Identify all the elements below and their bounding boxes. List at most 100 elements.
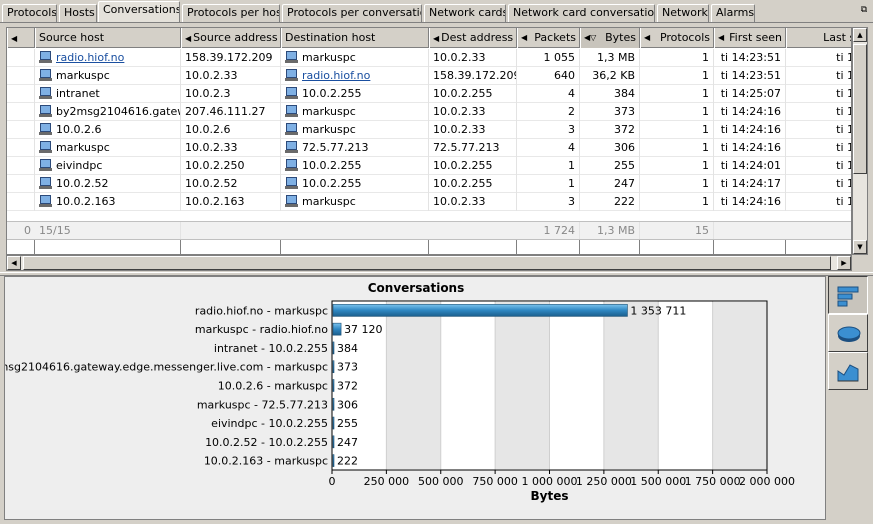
first-seen-cell: ti 14:24:17 xyxy=(714,175,786,193)
filter-field[interactable] xyxy=(7,240,35,254)
filter-field[interactable] xyxy=(429,240,517,254)
tab-conversations[interactable]: Conversations xyxy=(98,1,180,22)
filter-field[interactable] xyxy=(580,240,640,254)
table-row[interactable]: eivindpc 10.0.2.250 10.0.2.255 10.0.2.255 1 2… xyxy=(7,157,851,175)
tab-hosts[interactable]: Hosts xyxy=(59,4,97,22)
last-seen-cell: ti 14 xyxy=(786,193,851,211)
dest-address-cell: 10.0.2.255 xyxy=(429,85,517,103)
packets-cell: 2 xyxy=(517,103,580,121)
tab-protocols[interactable]: Protocols xyxy=(2,4,57,22)
tab-network-card-conversations[interactable]: Network card conversations xyxy=(508,4,655,22)
tab-network[interactable]: Network xyxy=(657,4,709,22)
first-seen-cell: ti 14:25:07 xyxy=(714,85,786,103)
table-row[interactable]: radio.hiof.no 158.39.172.209 markuspc 10.0.… xyxy=(7,49,851,67)
first-seen-cell: ti 14:23:51 xyxy=(714,49,786,67)
summary-count: 15/15 xyxy=(35,222,181,240)
column-header-index[interactable]: ◀ xyxy=(7,28,35,48)
column-header-last-seen[interactable]: Last se xyxy=(786,28,851,48)
restore-icon[interactable]: ⧉ xyxy=(859,5,869,15)
bar-value-label: 1 353 711 xyxy=(630,304,686,317)
table-row[interactable]: markuspc 10.0.2.33 72.5.77.213 72.5.77.213 4… xyxy=(7,139,851,157)
first-seen-cell: ti 14:24:16 xyxy=(714,103,786,121)
table-vertical-scrollbar[interactable]: ▲ ▼ xyxy=(852,27,868,255)
scroll-left-icon[interactable]: ◀ xyxy=(7,256,21,270)
destination-host-text: markuspc xyxy=(302,51,356,64)
filter-field[interactable] xyxy=(281,240,429,254)
column-header-bytes[interactable]: ◀▽ Bytes xyxy=(580,28,640,48)
source-host-text[interactable]: radio.hiof.no xyxy=(56,51,124,64)
bar xyxy=(332,416,335,430)
scroll-down-icon[interactable]: ▼ xyxy=(853,240,867,254)
tab-alarms[interactable]: Alarms xyxy=(711,4,755,22)
dest-address-text: 10.0.2.33 xyxy=(433,195,486,208)
scroll-thumb[interactable] xyxy=(23,256,831,270)
source-host-text: 10.0.2.163 xyxy=(56,195,116,208)
scroll-thumb[interactable] xyxy=(853,44,867,174)
dest-address-cell: 10.0.2.33 xyxy=(429,193,517,211)
packets-cell: 3 xyxy=(517,121,580,139)
column-header-source-host[interactable]: Source host xyxy=(35,28,181,48)
bar-value-label: 222 xyxy=(337,455,358,468)
summary-index: 0 xyxy=(24,224,31,237)
bar-chart-button[interactable] xyxy=(828,276,868,314)
table-row[interactable]: 10.0.2.163 10.0.2.163 markuspc 10.0.2.33 3 22… xyxy=(7,193,851,211)
first-seen-text: ti 14:24:16 xyxy=(720,123,781,136)
column-header-destination-host[interactable]: Destination host xyxy=(281,28,429,48)
x-tick-label: 750 000 xyxy=(472,475,518,488)
table-row[interactable]: intranet 10.0.2.3 10.0.2.255 10.0.2.255 4 384… xyxy=(7,85,851,103)
tab-protocols-per-conversation[interactable]: Protocols per conversation xyxy=(282,4,422,22)
bytes-text: 372 xyxy=(614,123,635,136)
bar xyxy=(332,379,335,392)
source-host-cell: 10.0.2.52 xyxy=(35,175,181,193)
packets-text: 1 xyxy=(568,159,575,172)
tab-protocols-per-host[interactable]: Protocols per host xyxy=(182,4,280,22)
table-body: radio.hiof.no 158.39.172.209 markuspc 10.0.… xyxy=(7,49,851,211)
protocols-text: 1 xyxy=(702,87,709,100)
packets-cell: 1 055 xyxy=(517,49,580,67)
filter-field[interactable] xyxy=(35,240,181,254)
x-tick-label: 500 000 xyxy=(418,475,464,488)
protocols-cell: 1 xyxy=(640,67,714,85)
area-chart-icon xyxy=(837,364,859,382)
column-header-dest-address[interactable]: ◀ Dest address xyxy=(429,28,517,48)
filter-field[interactable] xyxy=(517,240,580,254)
table-filter-row xyxy=(7,239,851,254)
filter-field[interactable] xyxy=(714,240,786,254)
column-header-source-address[interactable]: ◀ Source address xyxy=(181,28,281,48)
source-host-cell: markuspc xyxy=(35,139,181,157)
bytes-cell: 373 xyxy=(580,103,640,121)
column-header-packets[interactable]: ◀ Packets xyxy=(517,28,580,48)
tab-network-cards[interactable]: Network cards xyxy=(424,4,506,22)
bytes-cell: 36,2 KB xyxy=(580,67,640,85)
destination-host-cell: 10.0.2.255 xyxy=(281,85,429,103)
x-tick-label: 1 000 000 xyxy=(522,475,578,488)
column-header-label: Dest address xyxy=(441,31,514,44)
last-seen-cell: ti 14 xyxy=(786,49,851,67)
filter-field[interactable] xyxy=(181,240,281,254)
table-row[interactable]: by2msg2104616.gateway 207.46.111.27 markus… xyxy=(7,103,851,121)
destination-host-cell: markuspc xyxy=(281,103,429,121)
scroll-up-icon[interactable]: ▲ xyxy=(853,28,867,42)
computer-icon xyxy=(39,195,53,207)
source-address-text: 10.0.2.163 xyxy=(185,195,245,208)
first-seen-cell: ti 14:23:51 xyxy=(714,67,786,85)
table-row[interactable]: 10.0.2.52 10.0.2.52 10.0.2.255 10.0.2.255 1 2… xyxy=(7,175,851,193)
table-row[interactable]: markuspc 10.0.2.33 radio.hiof.no 158.39.172… xyxy=(7,67,851,85)
source-host-text: intranet xyxy=(56,87,100,100)
area-chart-button[interactable] xyxy=(828,352,868,390)
column-header-first-seen[interactable]: ◀ First seen xyxy=(714,28,786,48)
destination-host-text[interactable]: radio.hiof.no xyxy=(302,69,370,82)
protocols-text: 1 xyxy=(702,69,709,82)
dest-address-cell: 72.5.77.213 xyxy=(429,139,517,157)
source-address-cell: 10.0.2.3 xyxy=(181,85,281,103)
computer-icon xyxy=(285,177,299,189)
table-row[interactable]: 10.0.2.6 10.0.2.6 markuspc 10.0.2.33 3 372 1 ti… xyxy=(7,121,851,139)
table-horizontal-scrollbar[interactable]: ◀ ▶ xyxy=(6,255,852,271)
pie-chart-button[interactable] xyxy=(828,314,868,352)
source-host-cell: markuspc xyxy=(35,67,181,85)
category-label: markuspc - radio.hiof.no xyxy=(195,323,328,336)
filter-field[interactable] xyxy=(640,240,714,254)
column-header-protocols[interactable]: ◀ Protocols xyxy=(640,28,714,48)
column-header-label: Protocols xyxy=(659,31,710,44)
scroll-right-icon[interactable]: ▶ xyxy=(837,256,851,270)
